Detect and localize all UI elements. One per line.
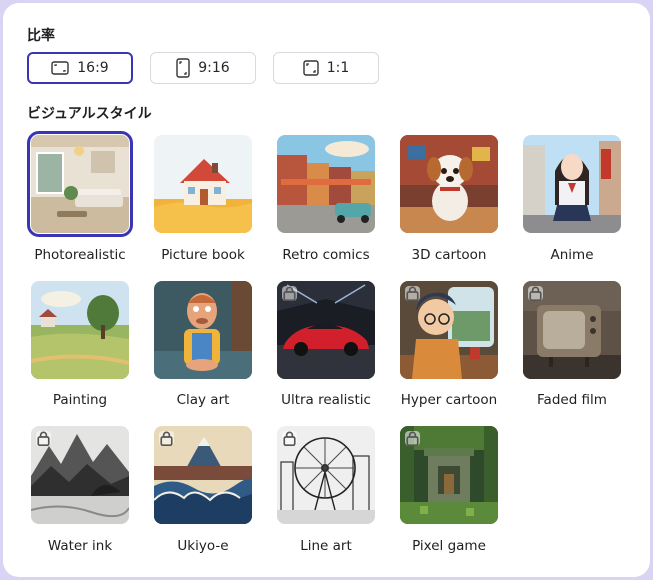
settings-panel: 比率 16:9 9:16 1:1 ビジュアルスタイル Photorealisti… [3,3,650,577]
style-label: Ukiyo-e [177,538,229,554]
ratio-9-16-button[interactable]: 9:16 [150,52,256,84]
lock-icon [282,286,297,301]
style-label: Picture book [161,247,245,263]
lock-icon [159,431,174,446]
style-label: Water ink [47,538,113,554]
style-card-clay-art[interactable] [154,281,252,379]
style-label: 3D cartoon [411,247,487,263]
style-card-anime[interactable] [523,135,621,233]
style-label: Photorealistic [34,247,126,263]
style-card-painting[interactable] [31,281,129,379]
style-card-water-ink[interactable] [31,426,129,524]
ratio-label: 16:9 [77,60,109,76]
style-card-ultra-realistic[interactable] [277,281,375,379]
style-card-picture-book[interactable] [154,135,252,233]
style-card-hyper-cartoon[interactable] [400,281,498,379]
square-icon [303,60,319,76]
lock-icon [405,431,420,446]
ratio-1-1-button[interactable]: 1:1 [273,52,379,84]
style-label: Pixel game [412,538,486,554]
style-card-line-art[interactable] [277,426,375,524]
portrait-icon [176,58,190,78]
style-card-photorealistic[interactable] [27,131,133,237]
style-label: Faded film [537,392,607,408]
lock-icon [282,431,297,446]
style-card-3d-cartoon[interactable] [400,135,498,233]
ratio-section-title: 比率 [27,28,55,44]
style-label: Hyper cartoon [400,392,498,408]
landscape-icon [51,61,69,75]
ratio-label: 1:1 [326,60,350,76]
style-card-pixel-game[interactable] [400,426,498,524]
style-label: Anime [550,247,594,263]
ratio-label: 9:16 [198,60,230,76]
style-label: Retro comics [282,247,370,263]
style-card-ukiyo-e[interactable] [154,426,252,524]
style-card-faded-film[interactable] [523,281,621,379]
style-section-title: ビジュアルスタイル [27,106,152,122]
lock-icon [405,286,420,301]
style-label: Painting [52,392,108,408]
style-label: Clay art [176,392,230,408]
lock-icon [528,286,543,301]
style-label: Line art [300,538,352,554]
style-label: Ultra realistic [281,392,371,408]
ratio-16-9-button[interactable]: 16:9 [27,52,133,84]
lock-icon [36,431,51,446]
style-card-retro-comics[interactable] [277,135,375,233]
